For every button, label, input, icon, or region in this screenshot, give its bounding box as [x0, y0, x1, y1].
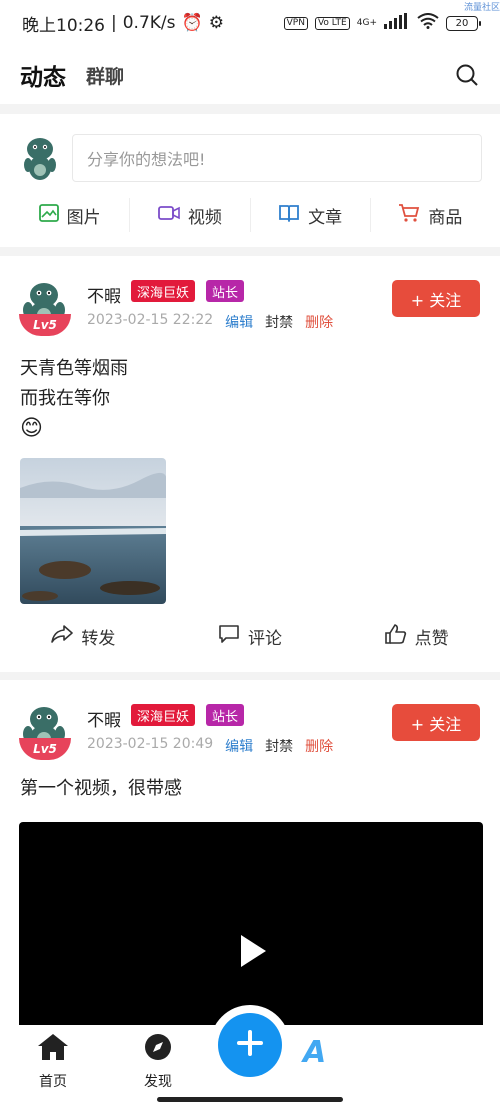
plus-icon: [235, 1028, 265, 1062]
author-name[interactable]: 不暇: [87, 706, 121, 731]
home-label: 首页: [39, 1074, 67, 1090]
vpn-icon: VPN: [283, 16, 308, 30]
post-card: Lv5 不暇 深海巨妖 站长 2023-02-15 20:49 编辑 封禁 删除…: [0, 680, 500, 1040]
post-card: Lv5 不暇 深海巨妖 站长 2023-02-15 22:22 编辑 封禁 删除…: [0, 256, 500, 672]
post-line: 第一个视频，很带感: [20, 778, 182, 799]
composer-goods-button[interactable]: 商品: [371, 198, 490, 232]
share-icon: [51, 624, 74, 649]
share-button[interactable]: 转发: [0, 624, 167, 649]
tab-group-chat[interactable]: 群聊: [86, 62, 124, 89]
status-time: 晚上10:26: [22, 15, 105, 36]
book-icon: [278, 204, 300, 227]
role-tag: 站长: [206, 704, 245, 726]
avatar[interactable]: Lv5: [18, 280, 71, 336]
home-indicator: [157, 1097, 343, 1102]
share-label: 转发: [81, 629, 116, 649]
discover-label: 发现: [144, 1074, 172, 1090]
level-badge: Lv5: [19, 738, 71, 760]
composer-video-button[interactable]: 视频: [130, 198, 251, 232]
battery-icon: 20: [446, 15, 481, 31]
bottom-nav: 首页 发现 A: [0, 1005, 500, 1111]
comment-icon: [218, 624, 240, 649]
video-player[interactable]: [19, 822, 483, 1032]
nav-discover[interactable]: 发现: [128, 1033, 188, 1091]
share-thought-input[interactable]: 分享你的想法吧!: [72, 134, 482, 182]
like-button[interactable]: 点赞: [333, 624, 500, 649]
home-icon: [37, 1033, 69, 1065]
wifi-icon: [417, 12, 439, 34]
edit-link[interactable]: 编辑: [225, 736, 253, 756]
ban-link[interactable]: 封禁: [265, 736, 293, 756]
post-time: 2023-02-15 20:49: [87, 736, 214, 752]
tab-dynamics[interactable]: 动态: [20, 58, 66, 92]
follow-button[interactable]: + 关注: [392, 704, 480, 741]
comment-label: 评论: [248, 629, 282, 649]
image-icon: [38, 203, 59, 227]
composer-card: 分享你的想法吧! 图片 视频 文章 商品: [0, 114, 500, 247]
title-tag: 深海巨妖: [131, 704, 196, 726]
composer-article-button[interactable]: 文章: [251, 198, 371, 232]
edit-link[interactable]: 编辑: [225, 312, 253, 332]
image-label: 图片: [66, 207, 101, 228]
follow-button[interactable]: + 关注: [392, 280, 480, 317]
article-label: 文章: [308, 207, 343, 228]
create-post-button[interactable]: [218, 1013, 282, 1077]
status-bar: 晚上10:26 | 0.7K/s ⏰ ⚙ VPN Vo LTE 4G+ 20 流…: [0, 0, 500, 46]
delete-link[interactable]: 删除: [305, 312, 333, 332]
corner-tag: 流量社区: [463, 3, 500, 13]
comment-button[interactable]: 评论: [167, 624, 334, 649]
video-label: 视频: [187, 207, 222, 228]
nav-home[interactable]: 首页: [23, 1033, 83, 1091]
thumbs-up-icon: [384, 624, 407, 649]
post-content: 第一个视频，很带感: [0, 756, 500, 804]
network-speed: 0.7K/s: [122, 13, 176, 33]
post-content: 天青色等烟雨 而我在等你 😊: [0, 332, 500, 444]
role-tag: 站长: [206, 280, 245, 302]
signal-4g-label: 4G+: [356, 17, 377, 28]
post-line: 而我在等你: [20, 388, 110, 409]
play-icon[interactable]: [239, 934, 267, 972]
alarm-icon: ⏰: [181, 13, 203, 33]
post-image[interactable]: [20, 458, 166, 604]
level-badge: Lv5: [19, 314, 71, 336]
cart-icon: [398, 203, 420, 228]
volte-icon: Vo LTE: [314, 16, 350, 30]
settings-gear-icon: ⚙: [208, 13, 224, 33]
avatar[interactable]: Lv5: [18, 704, 71, 760]
delete-link[interactable]: 删除: [305, 736, 333, 756]
partial-nav-icon: A: [303, 1035, 327, 1070]
post-time: 2023-02-15 22:22: [87, 312, 214, 328]
top-nav: 动态 群聊: [0, 46, 500, 104]
compass-icon: [144, 1033, 172, 1065]
post-line: 天青色等烟雨: [20, 358, 128, 379]
like-label: 点赞: [414, 629, 449, 649]
signal-bars-icon: [384, 12, 410, 34]
ban-link[interactable]: 封禁: [265, 312, 293, 332]
smile-emoji: 😊: [20, 416, 43, 441]
author-name[interactable]: 不暇: [87, 282, 121, 307]
search-icon[interactable]: [454, 62, 480, 88]
user-avatar[interactable]: [22, 135, 60, 181]
video-icon: [157, 205, 180, 226]
goods-label: 商品: [428, 207, 463, 228]
title-tag: 深海巨妖: [131, 280, 196, 302]
composer-image-button[interactable]: 图片: [10, 198, 131, 232]
